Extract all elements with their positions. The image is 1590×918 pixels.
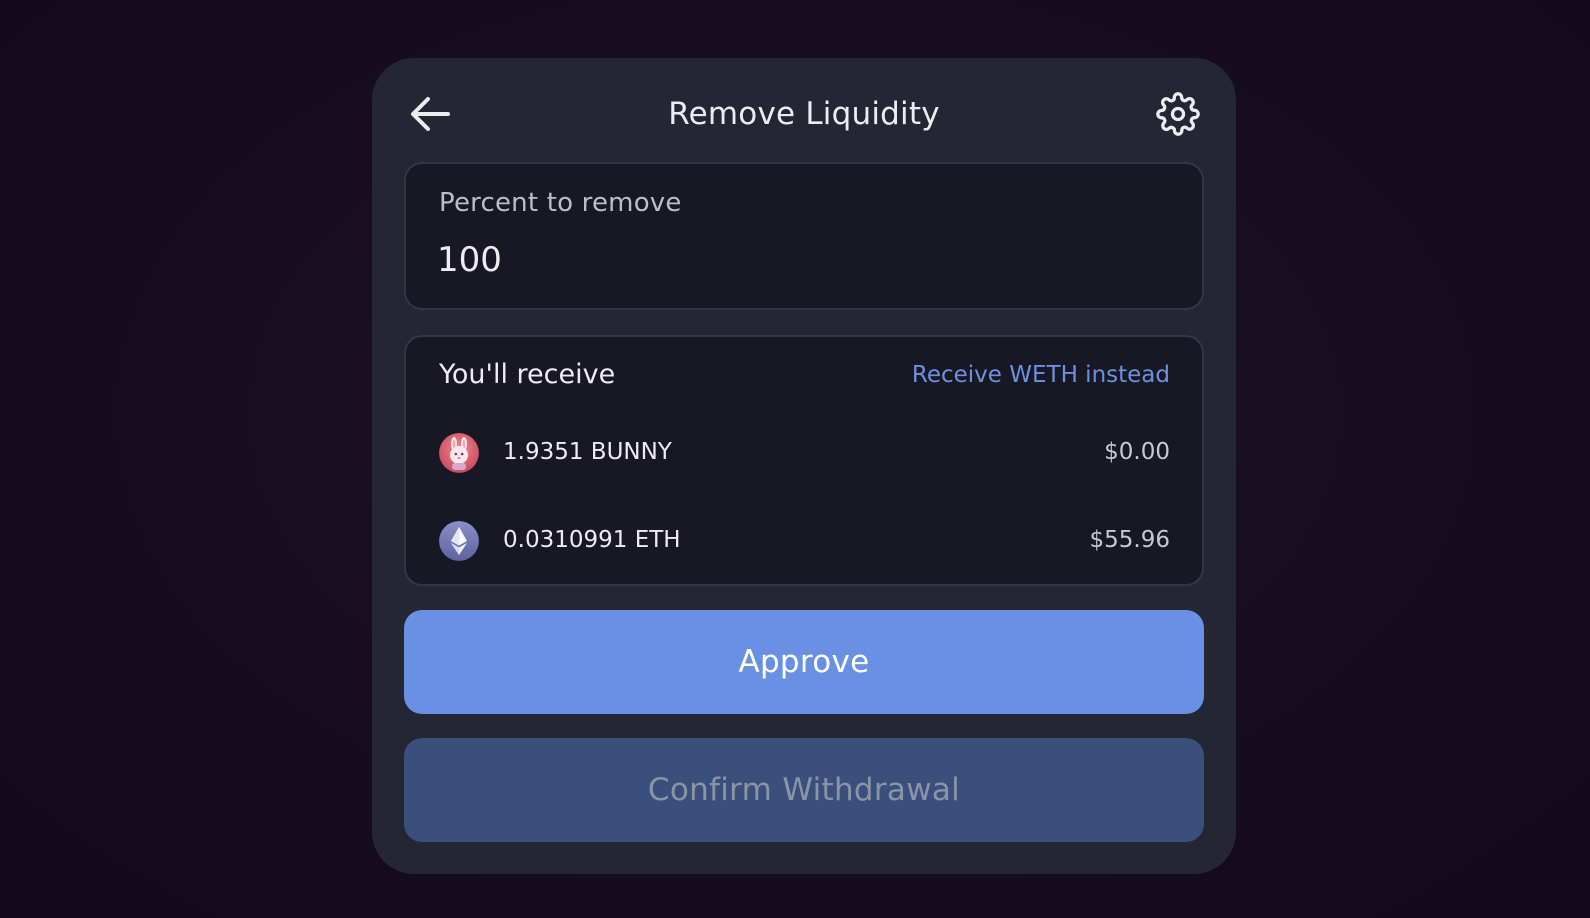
token-usd-value: $0.00 (1104, 439, 1170, 465)
percent-input[interactable] (437, 236, 1157, 284)
approve-button[interactable]: Approve (404, 610, 1204, 714)
settings-button[interactable] (1154, 90, 1202, 138)
token-amount: 1.9351 BUNNY (503, 439, 672, 465)
remove-liquidity-card: Remove Liquidity Percent to remove You'l… (372, 58, 1236, 874)
token-usd-value: $55.96 (1089, 527, 1170, 553)
eth-token-icon (439, 521, 479, 561)
receive-panel: You'll receive Receive WETH instead 1.93… (404, 335, 1204, 586)
token-row-bunny: 1.9351 BUNNY $0.00 (439, 431, 1170, 475)
receive-title: You'll receive (439, 359, 616, 390)
bunny-token-icon (439, 433, 479, 473)
token-amount: 0.0310991 ETH (503, 527, 681, 553)
percent-label: Percent to remove (439, 188, 682, 218)
token-row-eth: 0.0310991 ETH $55.96 (439, 519, 1170, 563)
percent-panel: Percent to remove (404, 162, 1204, 310)
page-title: Remove Liquidity (668, 96, 940, 132)
receive-weth-link[interactable]: Receive WETH instead (912, 359, 1170, 391)
confirm-withdrawal-button[interactable]: Confirm Withdrawal (404, 738, 1204, 842)
card-header: Remove Liquidity (372, 58, 1236, 172)
gear-icon (1156, 92, 1200, 136)
